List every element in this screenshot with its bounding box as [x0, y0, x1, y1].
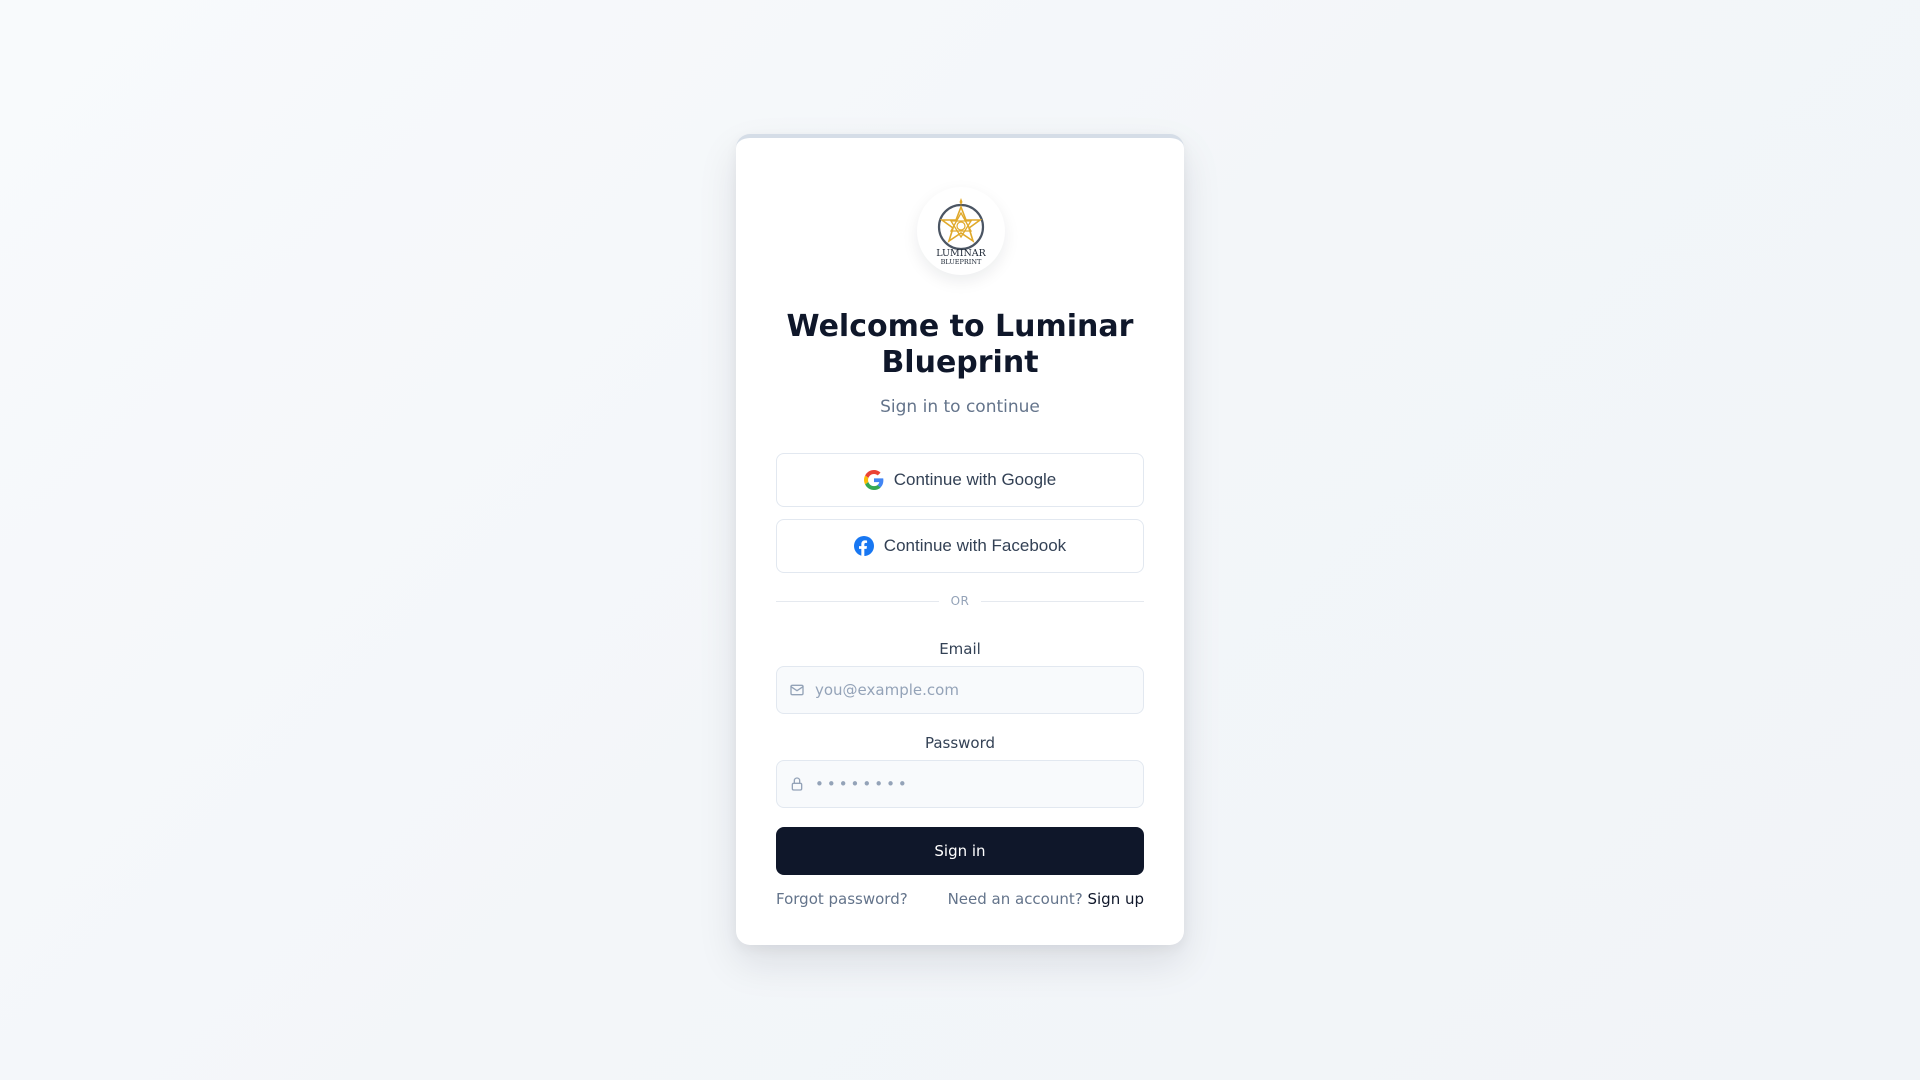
email-field-wrapper	[776, 666, 1144, 714]
password-input[interactable]	[815, 761, 1143, 807]
divider-line-left	[776, 600, 939, 602]
title-line-1: Welcome to Luminar	[786, 309, 1134, 344]
divider-text: OR	[950, 594, 970, 608]
continue-with-google-button[interactable]: Continue with Google	[776, 453, 1144, 507]
facebook-icon	[853, 536, 874, 556]
auth-footer: Forgot password? Need an account? Sign u…	[776, 890, 1144, 908]
lock-icon	[789, 776, 805, 792]
continue-with-facebook-button[interactable]: Continue with Facebook	[776, 519, 1144, 573]
or-divider: OR	[776, 593, 1145, 609]
password-field-wrapper	[776, 760, 1144, 808]
google-button-label: Continue with Google	[893, 470, 1057, 489]
login-card: LUMINAR BLUEPRINT Welcome to Luminar Blu…	[736, 134, 1184, 945]
google-icon	[863, 470, 884, 490]
password-label: Password	[924, 734, 996, 752]
page-subtitle: Sign in to continue	[880, 397, 1040, 417]
mail-icon	[789, 682, 805, 698]
facebook-button-label: Continue with Facebook	[883, 536, 1067, 555]
email-label: Email	[939, 640, 981, 658]
divider-line-right	[981, 600, 1145, 602]
title-line-2: Blueprint	[881, 345, 1039, 380]
luminar-blueprint-logo-icon: LUMINAR BLUEPRINT	[936, 198, 987, 266]
page-title: Welcome to Luminar Blueprint	[736, 309, 1184, 381]
brand-logo: LUMINAR BLUEPRINT	[917, 187, 1005, 275]
forgot-password-link[interactable]: Forgot password?	[776, 890, 908, 908]
logo-text-bottom: BLUEPRINT	[941, 258, 982, 266]
need-account-text: Need an account?	[947, 890, 1088, 908]
signup-prompt: Need an account? Sign up	[948, 890, 1144, 908]
email-input[interactable]	[815, 667, 1143, 713]
sign-in-button[interactable]: Sign in	[776, 827, 1144, 875]
sign-up-link[interactable]: Sign up	[1087, 890, 1144, 908]
